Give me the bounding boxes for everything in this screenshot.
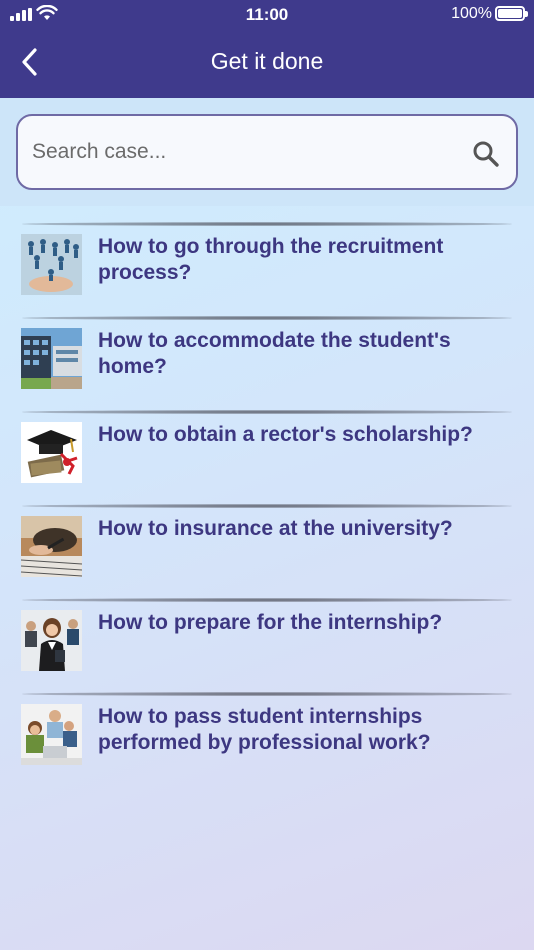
professional-work-thumbnail [21, 704, 82, 765]
list-item[interactable]: How to obtain a rector's scholarship? [0, 410, 534, 504]
item-label: How to prepare for the internship? [98, 611, 443, 634]
divider [22, 598, 512, 602]
item-label: How to obtain a rector's scholarship? [98, 423, 473, 446]
scholarship-thumbnail [21, 422, 82, 483]
case-list: How to go through the recruitment proces… [0, 222, 534, 786]
divider [22, 222, 512, 226]
search-input[interactable] [32, 116, 452, 188]
navigation-bar: 11:00 100% Get it done [0, 0, 534, 98]
recruitment-thumbnail [21, 234, 82, 295]
divider [22, 410, 512, 414]
item-label: How to go through the recruitment proces… [98, 235, 444, 284]
item-label: How to insurance at the university? [98, 517, 453, 540]
insurance-thumbnail [21, 516, 82, 577]
page-title: Get it done [210, 48, 324, 74]
search-icon[interactable] [472, 140, 500, 168]
dormitory-thumbnail [21, 328, 82, 389]
search-section [0, 98, 534, 206]
list-item[interactable]: How to accommodate the student's home? [0, 316, 534, 410]
divider [22, 692, 512, 696]
internship-thumbnail [21, 610, 82, 671]
list-item[interactable]: How to pass student internships performe… [0, 692, 534, 786]
divider [22, 504, 512, 508]
list-item[interactable]: How to insurance at the university? [0, 504, 534, 598]
battery-percentage: 100% [451, 5, 492, 22]
list-item[interactable]: How to go through the recruitment proces… [0, 222, 534, 316]
item-label: How to pass student internships performe… [98, 705, 431, 754]
divider [22, 316, 512, 320]
battery-icon [495, 6, 528, 21]
item-label: How to accommodate the student's home? [98, 329, 451, 378]
status-bar: 11:00 100% [0, 0, 534, 28]
search-box[interactable] [16, 114, 518, 190]
list-item[interactable]: How to prepare for the internship? [0, 598, 534, 692]
